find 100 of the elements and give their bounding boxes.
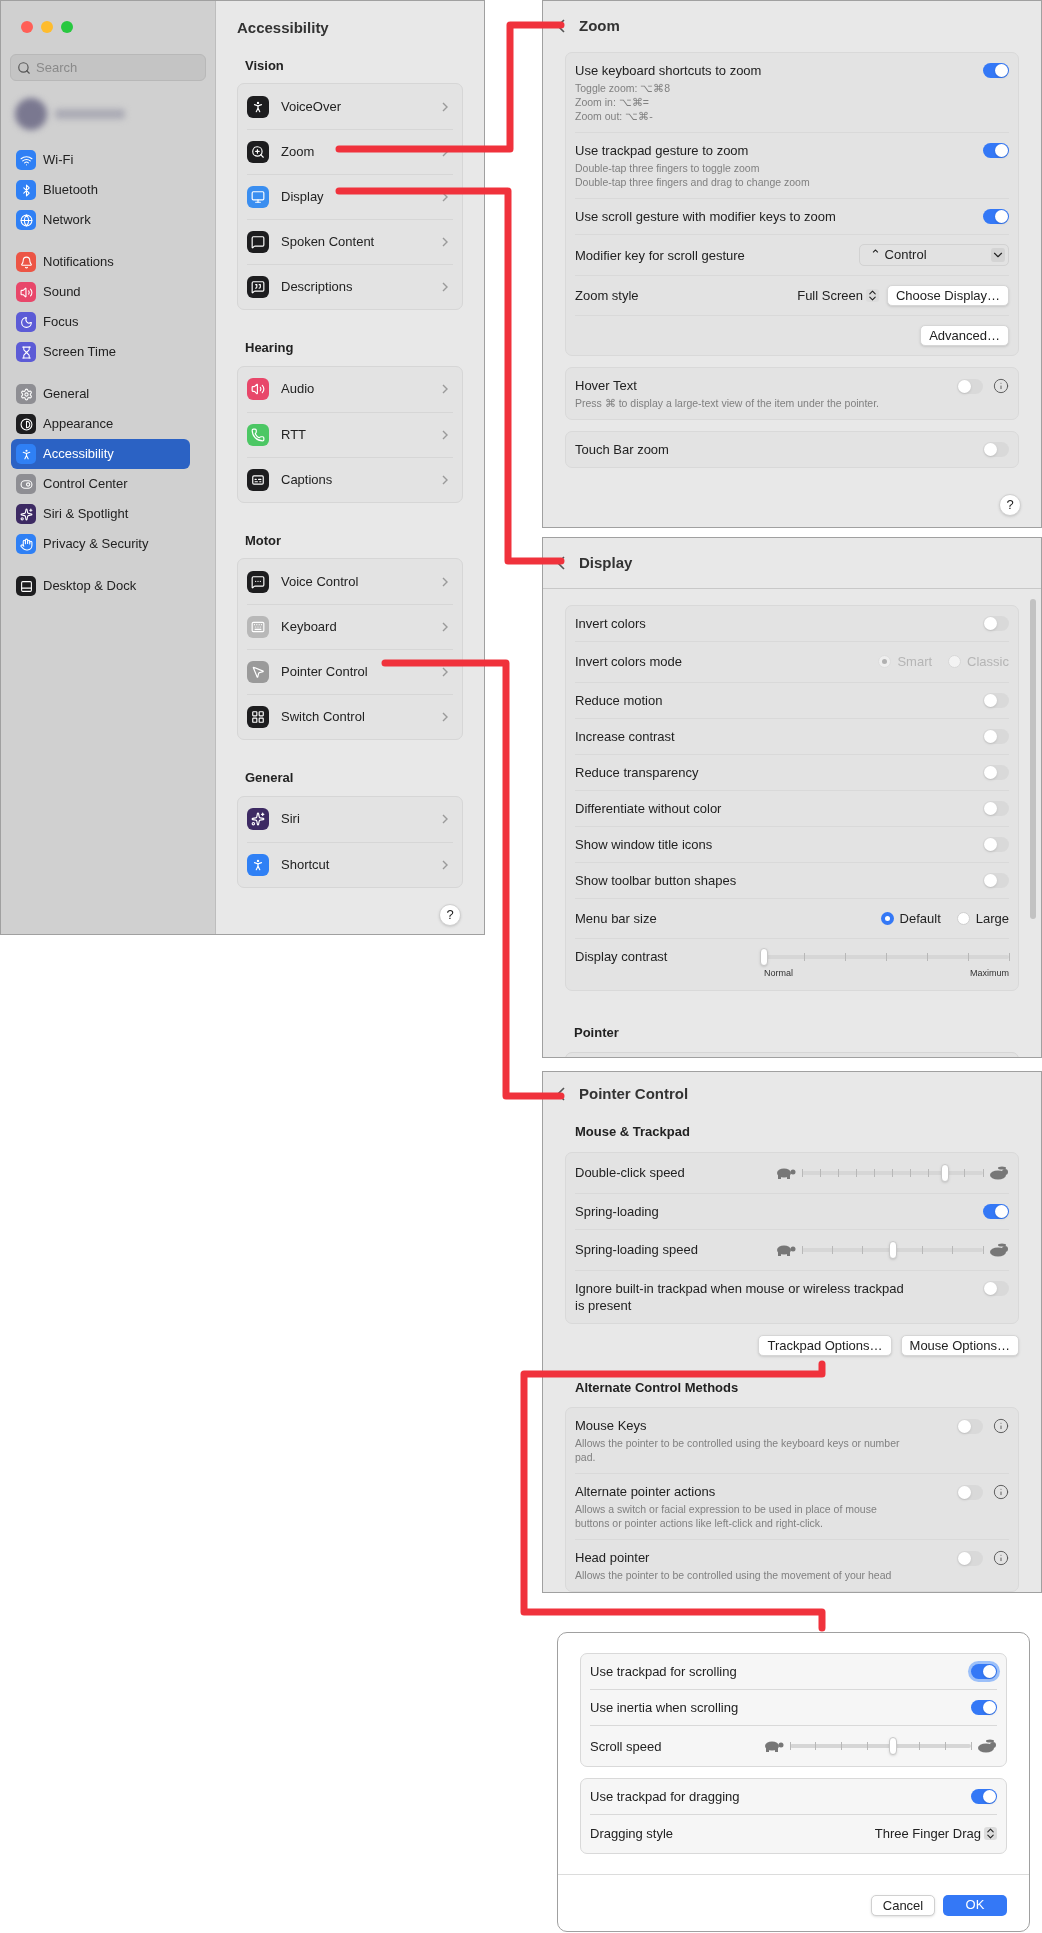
options-button[interactable]: Mouse Options…: [900, 1334, 1019, 1356]
sidebar-item[interactable]: General: [11, 379, 190, 409]
scrollbar[interactable]: [1030, 599, 1036, 919]
info-button[interactable]: [993, 1550, 1009, 1566]
settings-row[interactable]: Display: [247, 186, 442, 208]
toggle-switch[interactable]: [983, 800, 1009, 816]
toggle-switch[interactable]: [983, 616, 1009, 631]
settings-row[interactable]: Siri: [247, 808, 442, 830]
sidebar-item[interactable]: Notifications: [11, 247, 190, 277]
sidebar-item[interactable]: Wi-Fi: [11, 145, 190, 175]
slider-min-label: Normal: [764, 967, 793, 980]
info-button[interactable]: [993, 1484, 1009, 1500]
toggle-switch[interactable]: [983, 764, 1009, 780]
settings-row[interactable]: RTT: [247, 423, 442, 446]
toggle-switch[interactable]: [957, 1418, 983, 1434]
modifier-key-dropdown[interactable]: ⌃ Control: [859, 244, 1009, 266]
dialog-button[interactable]: OK: [943, 1894, 1007, 1916]
info-button[interactable]: [993, 378, 1009, 394]
toggle-switch[interactable]: [957, 1550, 983, 1566]
close-button[interactable]: [21, 21, 33, 33]
sidebar-item[interactable]: Desktop & Dock: [11, 571, 190, 601]
toggle-switch[interactable]: [983, 692, 1009, 708]
section-heading: Alternate Control Methods: [574, 1378, 740, 1397]
toggle-switch[interactable]: [983, 442, 1009, 457]
search-input[interactable]: Search: [36, 57, 199, 78]
toggle-switch[interactable]: [983, 63, 1009, 78]
section-heading: Vision: [244, 56, 285, 75]
slider-thumb[interactable]: [941, 1163, 949, 1182]
info-button[interactable]: [993, 1418, 1009, 1434]
sidebar-item[interactable]: Sound: [11, 277, 190, 307]
chevron-right-icon: [442, 282, 448, 292]
back-chevron-icon[interactable]: [557, 556, 565, 570]
back-chevron-icon[interactable]: [557, 1087, 565, 1101]
toggle-switch[interactable]: [983, 728, 1009, 744]
radio-option[interactable]: Default: [880, 908, 941, 928]
chevron-right-icon: [442, 622, 448, 632]
options-button[interactable]: Trackpad Options…: [758, 1334, 892, 1356]
settings-row[interactable]: Descriptions: [247, 276, 442, 298]
choose-display-button[interactable]: Choose Display…: [886, 285, 1009, 306]
toggle-switch[interactable]: [983, 836, 1009, 852]
sidebar-item[interactable]: Network: [11, 205, 190, 235]
sidebar-item[interactable]: Privacy & Security: [11, 529, 190, 559]
chevron-right-icon: [442, 576, 448, 587]
settings-row[interactable]: Captions: [247, 468, 442, 491]
advanced-button[interactable]: Advanced…: [920, 325, 1009, 346]
slider-thumb[interactable]: [888, 1240, 897, 1259]
settings-row[interactable]: Keyboard: [247, 616, 442, 638]
radio-option[interactable]: Large: [956, 908, 1009, 928]
dialog-button[interactable]: Cancel: [871, 1894, 935, 1916]
page-title: Accessibility: [237, 18, 330, 38]
setting-label: Double-click speed: [575, 1164, 685, 1181]
toggle-switch[interactable]: [983, 872, 1009, 888]
sidebar-item[interactable]: Bluetooth: [11, 175, 190, 205]
settings-row[interactable]: Audio: [247, 378, 442, 400]
zoom-button[interactable]: [61, 21, 73, 33]
toggle-switch[interactable]: [957, 1484, 983, 1500]
rabbit-icon: [989, 1242, 1009, 1257]
setting-label: Display contrast: [575, 948, 668, 965]
settings-row[interactable]: Voice Control: [247, 570, 442, 593]
minimize-button[interactable]: [41, 21, 53, 33]
popup-button[interactable]: Full Screen: [797, 285, 879, 306]
search-field[interactable]: Search: [10, 54, 206, 81]
rabbit-icon: [989, 1165, 1009, 1180]
slider-thumb[interactable]: [889, 1737, 898, 1755]
back-chevron-icon[interactable]: [557, 19, 565, 33]
toggle-switch[interactable]: [971, 1700, 997, 1715]
toggle-switch[interactable]: [983, 1203, 1009, 1219]
popup-button[interactable]: Three Finger Drag: [874, 1824, 997, 1844]
settings-row[interactable]: Pointer Control: [247, 661, 442, 683]
toggle-switch[interactable]: [971, 1664, 997, 1679]
chevron-right-icon: [442, 101, 448, 112]
settings-row[interactable]: VoiceOver: [247, 95, 442, 118]
help-button[interactable]: ?: [999, 494, 1021, 516]
toggle-switch[interactable]: [983, 143, 1009, 158]
toggle-switch[interactable]: [971, 1789, 997, 1804]
sidebar-item[interactable]: Screen Time: [11, 337, 190, 367]
sidebar-item[interactable]: Appearance: [11, 409, 190, 439]
sidebar-item[interactable]: Control Center: [11, 469, 190, 499]
setting-description: Allows the pointer to be controlled using the movement of your head: [575, 1568, 892, 1582]
settings-row[interactable]: Shortcut: [247, 853, 442, 876]
settings-row[interactable]: Spoken Content: [247, 231, 442, 253]
up-down-icon: [865, 289, 879, 302]
setting-label: Show toolbar button shapes: [575, 871, 737, 889]
toggle-switch[interactable]: [957, 378, 983, 394]
toggle-switch[interactable]: [983, 209, 1009, 224]
help-button[interactable]: ?: [439, 903, 461, 926]
toggle-switch[interactable]: [983, 1280, 1009, 1296]
chevron-right-icon: [442, 192, 448, 202]
slider-thumb[interactable]: [760, 948, 768, 966]
setting-label: Use keyboard shortcuts to zoom: [575, 62, 762, 79]
up-down-icon: [984, 1827, 997, 1841]
chevron-right-icon: [442, 429, 448, 440]
setting-label: Show window title icons: [575, 835, 713, 853]
settings-row[interactable]: Zoom: [247, 141, 442, 163]
sidebar-item[interactable]: Siri & Spotlight: [11, 499, 190, 529]
setting-label: Reduce transparency: [575, 763, 699, 781]
settings-row[interactable]: Switch Control: [247, 706, 442, 728]
sidebar-item[interactable]: Accessibility: [11, 439, 190, 469]
chevron-right-icon: [442, 237, 448, 247]
sidebar-item[interactable]: Focus: [11, 307, 190, 337]
